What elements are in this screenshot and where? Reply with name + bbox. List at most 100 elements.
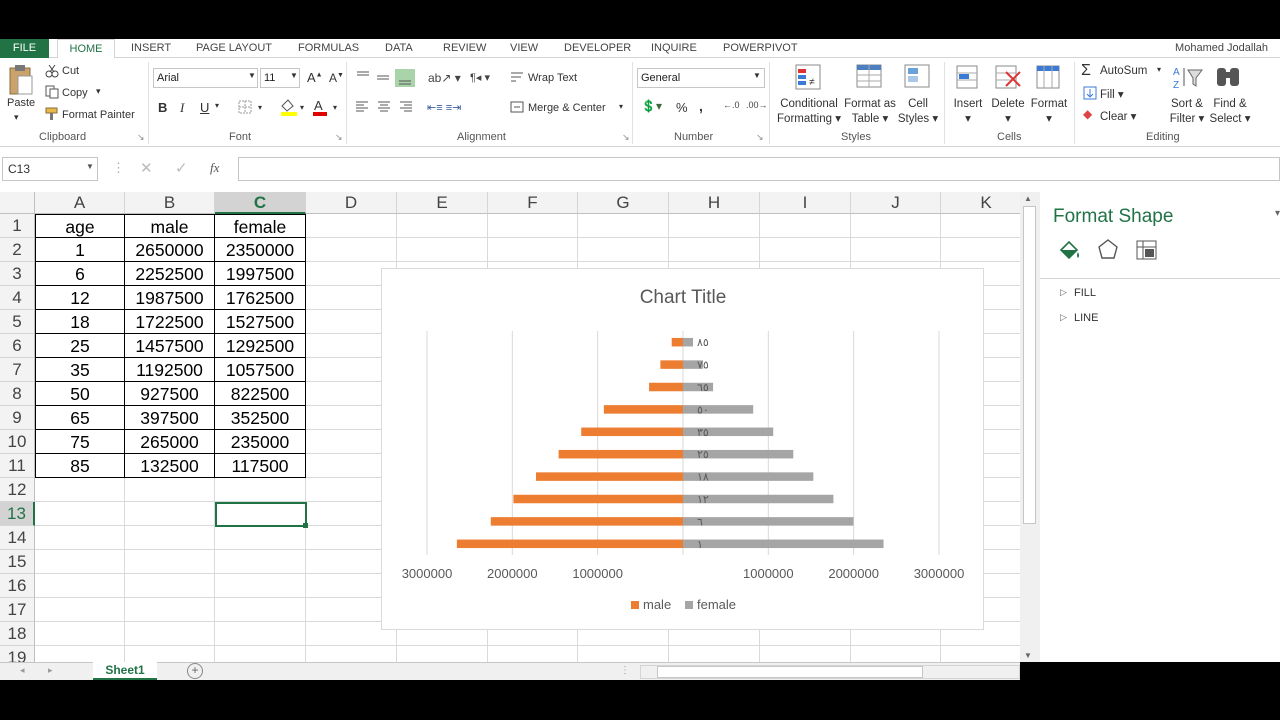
tab-formulas[interactable]: FORMULAS: [298, 39, 359, 58]
underline-button[interactable]: U: [200, 100, 209, 115]
column-header-d[interactable]: D: [306, 192, 397, 214]
row-header-3[interactable]: 3: [0, 262, 35, 286]
column-header-b[interactable]: B: [125, 192, 215, 214]
chevron-right-icon[interactable]: ▷: [1060, 312, 1067, 323]
grid-cell[interactable]: [578, 238, 669, 262]
select-all-corner[interactable]: [0, 192, 35, 214]
grid-cell[interactable]: [125, 550, 215, 574]
user-name[interactable]: Mohamed Jodallah: [1175, 39, 1268, 58]
h-scroll-thumb[interactable]: [657, 666, 923, 678]
grid-cell[interactable]: [669, 214, 760, 238]
insert-function-button[interactable]: fx: [210, 160, 219, 176]
table-cell[interactable]: 1057500: [215, 358, 306, 382]
scroll-left-icon[interactable]: ◂: [20, 665, 25, 676]
row-header-1[interactable]: 1: [0, 214, 35, 238]
table-cell[interactable]: 1987500: [125, 286, 215, 310]
chevron-down-icon[interactable]: ▾: [619, 102, 623, 111]
pane-options-icon[interactable]: ▾: [1275, 208, 1280, 219]
table-cell[interactable]: 1: [35, 238, 125, 262]
grid-cell[interactable]: [306, 214, 397, 238]
grid-cell[interactable]: [488, 646, 578, 662]
grid-cell[interactable]: [760, 238, 851, 262]
row-header-10[interactable]: 10: [0, 430, 35, 454]
grid-cell[interactable]: [488, 214, 578, 238]
vertical-align-icons[interactable]: [355, 69, 419, 87]
grid-cell[interactable]: [488, 238, 578, 262]
bold-button[interactable]: B: [158, 100, 167, 115]
find-select-button[interactable]: Find & Select ▾: [1206, 97, 1254, 127]
tab-data[interactable]: DATA: [385, 39, 413, 58]
column-header-k[interactable]: K: [941, 192, 1020, 214]
decrease-decimal-icon[interactable]: .00→: [746, 100, 768, 110]
grid-cell[interactable]: [760, 214, 851, 238]
row-header-11[interactable]: 11: [0, 454, 35, 478]
column-header-i[interactable]: I: [760, 192, 851, 214]
grid-cell[interactable]: [125, 478, 215, 502]
grid-cell[interactable]: [306, 238, 397, 262]
conditional-formatting-button[interactable]: Conditional Formatting ▾: [776, 97, 842, 127]
grid-cell[interactable]: [35, 502, 125, 526]
tab-home[interactable]: HOME: [57, 39, 115, 59]
grid-cell[interactable]: [578, 214, 669, 238]
chevron-down-icon[interactable]: ▼: [86, 162, 94, 171]
grid-cell[interactable]: [125, 502, 215, 526]
table-cell[interactable]: 1457500: [125, 334, 215, 358]
effects-icon[interactable]: [1097, 238, 1119, 260]
table-cell[interactable]: 18: [35, 310, 125, 334]
row-header-17[interactable]: 17: [0, 598, 35, 622]
row-header-13[interactable]: 13: [0, 502, 35, 526]
fill-color-icon[interactable]: ▾: [279, 98, 309, 116]
fill-button[interactable]: Fill ▾: [1100, 87, 1124, 101]
grid-cell[interactable]: [215, 622, 306, 646]
clear-button[interactable]: Clear ▾: [1100, 109, 1136, 123]
row-header-19[interactable]: 19: [0, 646, 35, 662]
fill-section[interactable]: FILL: [1074, 287, 1096, 299]
table-cell[interactable]: 352500: [215, 406, 306, 430]
number-format-select[interactable]: General: [637, 68, 765, 88]
table-cell[interactable]: 2252500: [125, 262, 215, 286]
grid-cell[interactable]: [215, 550, 306, 574]
grid-cell[interactable]: [941, 238, 1020, 262]
format-cells-button[interactable]: Format ▾: [1028, 97, 1070, 127]
table-cell[interactable]: 822500: [215, 382, 306, 406]
grid-cell[interactable]: [215, 598, 306, 622]
table-cell[interactable]: 2650000: [125, 238, 215, 262]
column-header-e[interactable]: E: [397, 192, 488, 214]
scroll-down-icon[interactable]: ▼: [1024, 651, 1032, 660]
paste-dropdown-icon[interactable]: ▾: [14, 112, 19, 123]
tab-page-layout[interactable]: PAGE LAYOUT: [196, 39, 272, 58]
grid-cell[interactable]: [35, 526, 125, 550]
row-header-2[interactable]: 2: [0, 238, 35, 262]
dialog-launcher-icon[interactable]: ↘: [756, 132, 764, 143]
tab-view[interactable]: VIEW: [510, 39, 538, 58]
row-header-7[interactable]: 7: [0, 358, 35, 382]
table-cell[interactable]: 265000: [125, 430, 215, 454]
add-sheet-icon[interactable]: +: [187, 663, 203, 679]
column-header-h[interactable]: H: [669, 192, 760, 214]
horizontal-scrollbar[interactable]: [640, 665, 1020, 679]
scroll-thumb[interactable]: [1023, 206, 1036, 524]
row-header-8[interactable]: 8: [0, 382, 35, 406]
table-cell[interactable]: 85: [35, 454, 125, 478]
table-cell[interactable]: 117500: [215, 454, 306, 478]
dialog-launcher-icon[interactable]: ↘: [622, 132, 630, 143]
chevron-down-icon[interactable]: ▾: [215, 101, 219, 110]
table-cell[interactable]: 1192500: [125, 358, 215, 382]
row-header-14[interactable]: 14: [0, 526, 35, 550]
grid-cell[interactable]: [35, 622, 125, 646]
table-cell[interactable]: 65: [35, 406, 125, 430]
column-header-f[interactable]: F: [488, 192, 578, 214]
format-as-table-button[interactable]: Format as Table ▾: [842, 97, 898, 127]
row-header-5[interactable]: 5: [0, 310, 35, 334]
insert-cells-button[interactable]: Insert ▾: [948, 97, 988, 127]
chevron-down-icon[interactable]: ▾: [1157, 65, 1161, 74]
increase-decimal-icon[interactable]: ←.0: [723, 100, 740, 110]
formula-input[interactable]: [238, 157, 1280, 181]
orientation-icon[interactable]: ab↗ ▾: [428, 71, 461, 85]
table-cell[interactable]: 1527500: [215, 310, 306, 334]
tab-powerpivot[interactable]: POWERPIVOT: [723, 39, 798, 58]
tab-inquire[interactable]: INQUIRE: [651, 39, 697, 58]
table-cell[interactable]: 927500: [125, 382, 215, 406]
table-header-cell[interactable]: male: [125, 214, 215, 238]
grid-cell[interactable]: [941, 646, 1020, 662]
